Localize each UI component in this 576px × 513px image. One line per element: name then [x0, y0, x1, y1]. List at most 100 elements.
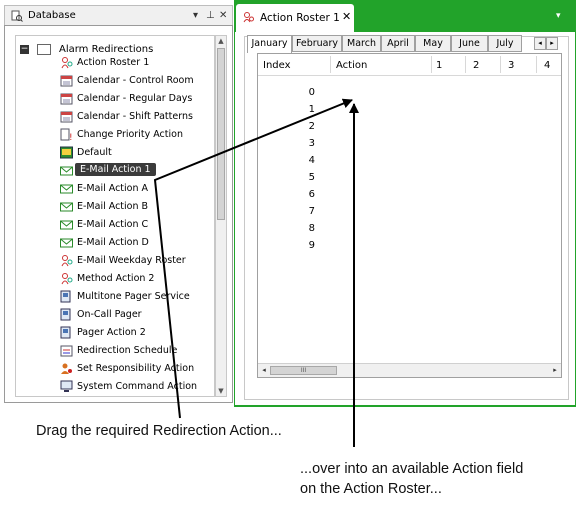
database-vertical-scrollbar[interactable]: ▲ ▼	[215, 35, 227, 397]
table-row: 9	[258, 238, 561, 255]
tree-item-label: On-Call Pager	[77, 309, 142, 320]
email-icon	[60, 202, 73, 212]
action-cell[interactable]	[331, 239, 431, 254]
column-divider[interactable]	[536, 56, 537, 73]
chevron-down-icon[interactable]: ▾	[556, 11, 561, 21]
column-header-1[interactable]: 1	[436, 60, 442, 71]
table-row: 5	[258, 170, 561, 187]
scroll-down-icon[interactable]: ▼	[217, 386, 225, 396]
drop-caption-line-1: ...over into an available Action field	[300, 461, 524, 477]
action-cell[interactable]	[331, 86, 431, 101]
row-index: 5	[308, 172, 315, 183]
database-tab[interactable]: Database ▾ ⊥ ✕	[4, 5, 233, 26]
hscroll-thumb[interactable]: III	[270, 366, 337, 375]
calendar-icon	[60, 93, 73, 105]
action-cell[interactable]	[331, 154, 431, 169]
drop-caption-line-2: on the Action Roster...	[300, 481, 442, 497]
tree-item-label: Pager Action 2	[77, 327, 146, 338]
column-header-2[interactable]: 2	[473, 60, 479, 71]
close-icon[interactable]: ✕	[342, 10, 351, 23]
row-index: 8	[308, 223, 315, 234]
tree-item-label: E-Mail Action D	[77, 237, 149, 248]
tab-january[interactable]: January	[247, 35, 292, 53]
database-search-icon	[11, 10, 23, 22]
tree-item-label: Action Roster 1	[77, 57, 150, 68]
database-tree-frame: − Alarm Redirections Action Roster 1 Cale…	[4, 25, 233, 403]
tree-item-label: Calendar - Regular Days	[77, 93, 193, 104]
scroll-up-icon[interactable]: ▲	[217, 36, 225, 46]
scroll-left-icon[interactable]: ◂	[259, 365, 269, 376]
action-cell[interactable]	[331, 222, 431, 237]
calendar-icon	[60, 111, 73, 123]
tab-scroll-right-icon[interactable]: ▸	[546, 37, 558, 50]
collapse-icon[interactable]: −	[20, 45, 29, 54]
row-index: 0	[308, 87, 315, 98]
action-cell[interactable]	[331, 171, 431, 186]
tree-item-label: Default	[77, 147, 112, 158]
tree-item-label: Redirection Schedule	[77, 345, 178, 356]
email-icon	[60, 184, 73, 194]
column-divider[interactable]	[431, 56, 432, 73]
email-icon	[60, 220, 73, 230]
tab-may[interactable]: May	[415, 35, 451, 52]
column-header-3[interactable]: 3	[508, 60, 514, 71]
action-roster-icon	[243, 12, 254, 23]
tree-item-label: E-Mail Action B	[77, 201, 149, 212]
column-divider[interactable]	[330, 56, 331, 73]
email-icon	[60, 238, 73, 248]
scroll-thumb[interactable]	[217, 48, 225, 220]
action-cell[interactable]	[331, 137, 431, 152]
change-priority-icon: !	[60, 128, 73, 141]
grid-horizontal-scrollbar[interactable]: ◂ III ▸	[258, 363, 561, 377]
action-roster-tab[interactable]: Action Roster 1 ✕	[236, 4, 354, 32]
tree-item-label: E-Mail Action C	[77, 219, 149, 230]
table-row: 1	[258, 102, 561, 119]
pin-icon[interactable]: ⊥	[206, 10, 215, 21]
row-index: 3	[308, 138, 315, 149]
action-roster-pane: Action Roster 1 ✕ ▾ January February Mar…	[234, 0, 576, 407]
roster-grid: Index Action 1 2 3 4 0 1 2 3 4 5 6 7 8 9 ◂ III ▸	[257, 53, 562, 378]
table-row: 4	[258, 153, 561, 170]
tree-root-label: Alarm Redirections	[59, 44, 154, 55]
tab-march[interactable]: March	[342, 35, 381, 52]
table-row: 2	[258, 119, 561, 136]
column-divider[interactable]	[500, 56, 501, 73]
database-tab-title: Database	[28, 10, 76, 21]
tab-scroll-left-icon[interactable]: ◂	[534, 37, 546, 50]
close-icon[interactable]: ✕	[219, 10, 227, 21]
column-divider[interactable]	[465, 56, 466, 73]
row-index: 9	[308, 240, 315, 251]
action-cell[interactable]	[331, 103, 431, 118]
column-header-4[interactable]: 4	[544, 60, 550, 71]
tree-item-label: Calendar - Shift Patterns	[77, 111, 193, 122]
row-index: 2	[308, 121, 315, 132]
tab-february[interactable]: February	[292, 35, 342, 52]
roster-tab-title: Action Roster 1	[260, 12, 340, 24]
tree-item-label: System Command Action	[77, 381, 198, 392]
table-row: 0	[258, 85, 561, 102]
action-cell[interactable]	[331, 205, 431, 220]
column-header-index[interactable]: Index	[263, 60, 291, 71]
database-tree[interactable]: − Alarm Redirections Action Roster 1 Cale…	[15, 35, 215, 397]
action-cell[interactable]	[331, 188, 431, 203]
system-command-icon	[60, 380, 73, 392]
column-header-action[interactable]: Action	[336, 60, 367, 71]
tab-april[interactable]: April	[381, 35, 415, 52]
table-row: 3	[258, 136, 561, 153]
database-pane: Database ▾ ⊥ ✕ − Alarm Redirections Acti…	[0, 0, 234, 407]
table-row: 6	[258, 187, 561, 204]
scroll-right-icon[interactable]: ▸	[550, 365, 560, 376]
svg-text:!: !	[69, 133, 73, 141]
row-index: 7	[308, 206, 315, 217]
tab-june[interactable]: June	[451, 35, 488, 52]
tab-july[interactable]: July	[488, 35, 522, 52]
row-index: 4	[308, 155, 315, 166]
tree-item-label: E-Mail Action A	[77, 183, 149, 194]
action-cell[interactable]	[331, 120, 431, 135]
schedule-icon	[60, 345, 73, 357]
tree-item-label: Calendar - Control Room	[77, 75, 194, 86]
action-roster-icon	[61, 255, 73, 267]
row-index: 6	[308, 189, 315, 200]
chevron-down-icon[interactable]: ▾	[193, 10, 198, 21]
tree-item-label: E-Mail Weekday Roster	[77, 255, 186, 266]
